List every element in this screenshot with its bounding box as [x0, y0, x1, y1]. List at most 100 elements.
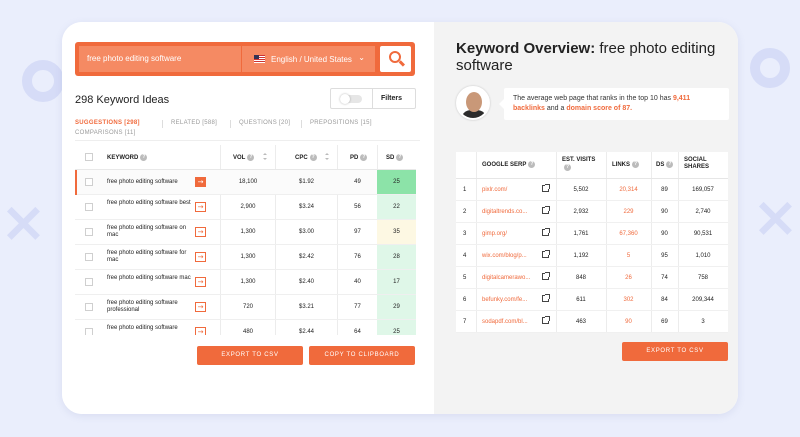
language-select[interactable]: English / United States ⌄: [242, 46, 375, 72]
decor-ring-right: [750, 48, 790, 88]
pd-value: 40: [354, 279, 361, 285]
keyword-row[interactable]: free photo editing software on mac → 1,3…: [75, 220, 416, 245]
copy-clipboard-button[interactable]: COPY TO CLIPBOARD: [309, 346, 415, 365]
serp-url-link[interactable]: digitalcamerawo...: [482, 275, 530, 281]
row-checkbox[interactable]: [85, 228, 93, 236]
column-est-visits-label: EST. VISITS: [562, 157, 596, 163]
external-link-icon[interactable]: [542, 184, 550, 192]
search-input[interactable]: free photo editing software: [79, 46, 241, 72]
row-checkbox[interactable]: [85, 278, 93, 286]
select-all-checkbox[interactable]: [85, 153, 93, 161]
links-value[interactable]: 229: [606, 209, 651, 215]
serp-url-link[interactable]: gimp.org/: [482, 231, 507, 237]
row-checkbox[interactable]: [85, 203, 93, 211]
serp-url-link[interactable]: befunky.com/fe...: [482, 297, 527, 303]
column-pd[interactable]: PD?: [350, 154, 368, 161]
app-window: free photo editing software English / Un…: [62, 22, 738, 414]
links-value[interactable]: 5: [606, 253, 651, 259]
serp-table: GOOGLE SERP? EST. VISITS? LINKS? DS? SOC…: [456, 152, 728, 333]
serp-url-link[interactable]: sodapdf.com/bl...: [482, 319, 528, 325]
column-vol[interactable]: VOL?: [233, 154, 255, 161]
row-checkbox[interactable]: [85, 303, 93, 311]
ds-value: 84: [661, 297, 668, 303]
keyword-row[interactable]: free photo editing software → 480 $2.44 …: [75, 320, 416, 335]
row-checkbox[interactable]: [85, 178, 93, 186]
insight-prefix: The average web page that ranks in the t…: [513, 95, 673, 102]
external-link-icon[interactable]: [542, 250, 550, 258]
column-ds-label: DS: [656, 162, 665, 169]
links-value[interactable]: 67,360: [606, 231, 651, 237]
column-cpc[interactable]: CPC?: [295, 154, 317, 161]
external-link-icon[interactable]: [542, 206, 550, 214]
keyword-row[interactable]: free photo editing software best → 2,900…: [75, 195, 416, 220]
help-icon: ?: [309, 154, 317, 161]
cpc-value: $3.21: [298, 304, 314, 310]
export-csv-button[interactable]: EXPORT TO CSV: [197, 346, 303, 365]
cpc-value: $2.42: [298, 254, 314, 260]
overview-title-label: Keyword Overview:: [456, 40, 596, 57]
arrow-right-icon[interactable]: →: [195, 177, 206, 187]
keyword-text[interactable]: free photo editing software professional: [107, 300, 195, 314]
ds-value: 90: [661, 231, 668, 237]
keyword-text[interactable]: free photo editing software: [107, 179, 195, 186]
column-sd[interactable]: SD?: [386, 154, 404, 161]
row-checkbox[interactable]: [85, 328, 93, 335]
tab-related[interactable]: RELATED [588]: [171, 120, 217, 126]
column-keyword[interactable]: KEYWORD?: [107, 154, 148, 161]
arrow-right-icon[interactable]: →: [195, 277, 206, 287]
visits-value: 611: [576, 297, 586, 303]
links-value[interactable]: 20,314: [606, 187, 651, 193]
keyword-ideas-title: 298 Keyword Ideas: [75, 94, 170, 106]
external-link-icon[interactable]: [542, 316, 550, 324]
arrow-right-icon[interactable]: →: [195, 202, 206, 212]
filters-button[interactable]: Filters: [381, 95, 402, 102]
sort-icon[interactable]: [325, 153, 330, 162]
tab-questions[interactable]: QUESTIONS [20]: [239, 120, 290, 126]
row-checkbox[interactable]: [85, 253, 93, 261]
sd-value: 29: [377, 295, 416, 319]
column-cpc-label: CPC: [295, 155, 308, 162]
sd-value: 25: [377, 170, 416, 194]
column-social-shares: SOCIAL SHARES: [684, 152, 724, 178]
ds-value: 74: [661, 275, 668, 281]
tab-suggestions[interactable]: SUGGESTIONS [298]: [75, 120, 140, 126]
keyword-row[interactable]: free photo editing software mac → 1,300 …: [75, 270, 416, 295]
serp-url-link[interactable]: pixlr.com/: [482, 187, 507, 193]
help-icon: ?: [396, 154, 404, 161]
keyword-text[interactable]: free photo editing software: [107, 325, 195, 332]
links-value[interactable]: 26: [606, 275, 651, 281]
serp-url-link[interactable]: wix.com/blog/p...: [482, 253, 527, 259]
external-link-icon[interactable]: [542, 272, 550, 280]
serp-export-csv-button[interactable]: EXPORT TO CSV: [622, 342, 728, 361]
links-value[interactable]: 302: [606, 297, 651, 303]
filters-toggle[interactable]: [340, 94, 362, 104]
keyword-row[interactable]: free photo editing software professional…: [75, 295, 416, 320]
keyword-row[interactable]: free photo editing software → 18,100 $1.…: [75, 170, 416, 195]
insight-mid: and a: [544, 105, 567, 112]
arrow-right-icon[interactable]: →: [195, 327, 206, 335]
keyword-text[interactable]: free photo editing software on mac: [107, 225, 195, 239]
language-label: English / United States: [271, 55, 352, 64]
tab-prepositions[interactable]: PREPOSITIONS [15]: [310, 120, 372, 126]
external-link-icon[interactable]: [542, 294, 550, 302]
decor-cross-right: ×: [752, 185, 799, 250]
keyword-text[interactable]: free photo editing software for mac: [107, 250, 195, 264]
keyword-text[interactable]: free photo editing software best: [107, 200, 195, 207]
keyword-text[interactable]: free photo editing software mac: [107, 275, 195, 282]
filters-toggle-group: Filters: [330, 88, 416, 109]
search-icon-handle: [398, 60, 406, 67]
column-google-serp: GOOGLE SERP?: [482, 152, 536, 178]
search-button[interactable]: [380, 46, 411, 72]
arrow-right-icon[interactable]: →: [195, 302, 206, 312]
tab-comparisons[interactable]: COMPARISONS [11]: [75, 130, 136, 136]
links-value[interactable]: 90: [606, 319, 651, 325]
column-social-shares-label: SOCIAL SHARES: [684, 157, 710, 170]
arrow-right-icon[interactable]: →: [195, 252, 206, 262]
help-icon: ?: [360, 154, 368, 161]
keyword-row[interactable]: free photo editing software for mac → 1,…: [75, 245, 416, 270]
shares-value: 209,344: [692, 297, 714, 303]
serp-url-link[interactable]: digitaltrends.co...: [482, 209, 527, 215]
arrow-right-icon[interactable]: →: [195, 227, 206, 237]
external-link-icon[interactable]: [542, 228, 550, 236]
sort-icon[interactable]: [263, 153, 268, 162]
